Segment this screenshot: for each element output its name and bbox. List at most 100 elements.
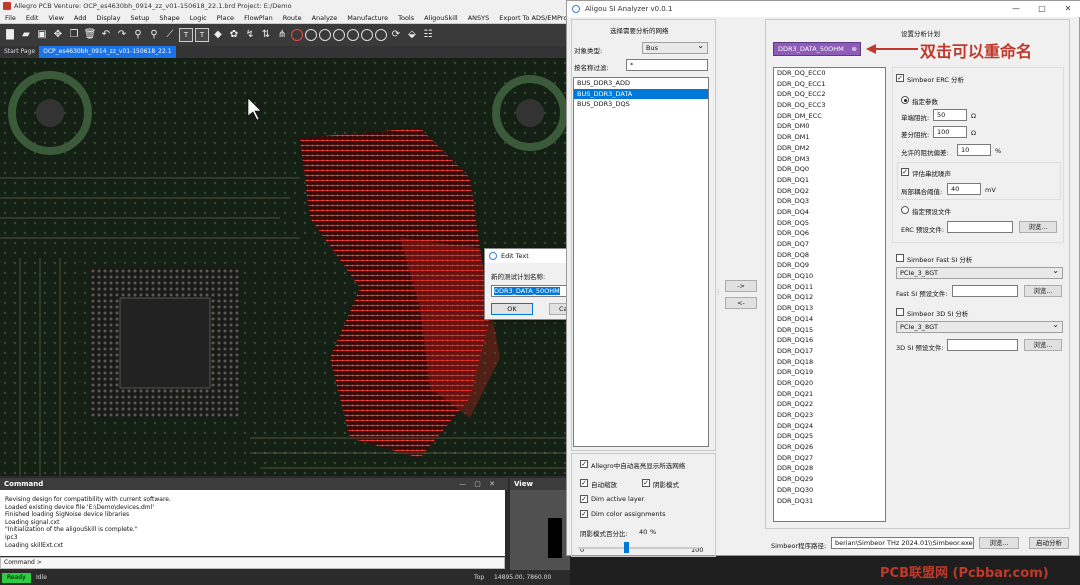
menu-item-export-to-ads-empro[interactable]: Export To ADS/EMPro	[494, 12, 572, 23]
menu-item-display[interactable]: Display	[92, 12, 126, 23]
net-list-item[interactable]: BUS_DDR3_DATA	[574, 88, 708, 100]
3d-si-checkbox[interactable]	[896, 308, 904, 316]
zoom-out-icon[interactable]	[333, 29, 345, 41]
zoom-center-icon[interactable]	[361, 29, 373, 41]
refresh-icon[interactable]: ⟳	[389, 28, 403, 42]
3d-si-preset-input[interactable]	[947, 339, 1018, 351]
undo-icon[interactable]: ↶	[99, 28, 113, 42]
auto-zoom-checkbox[interactable]: ✓	[580, 479, 588, 487]
move-right-button[interactable]: ->	[725, 280, 757, 292]
signal-list-item[interactable]: DDR_DQ14	[774, 314, 885, 325]
signal-list-item[interactable]: DDR_DM1	[774, 132, 885, 143]
open-icon[interactable]: ▰	[19, 28, 33, 42]
erc-browse-button[interactable]: 浏览...	[1019, 221, 1057, 233]
menu-item-shape[interactable]: Shape	[154, 12, 184, 23]
signal-list-item[interactable]: DDR_DQ8	[774, 250, 885, 261]
zoom-prev-icon[interactable]	[375, 29, 387, 41]
signal-list-item[interactable]: DDR_DQ25	[774, 431, 885, 442]
fast-si-checkbox[interactable]	[896, 254, 904, 262]
auto-show-checkbox[interactable]: ✓	[580, 460, 588, 468]
tab-start-page[interactable]: Start Page	[0, 46, 39, 58]
tab-design[interactable]: OCP_es4630bh_0914_zz_v01-150618_22.1	[39, 46, 176, 58]
signal-list-item[interactable]: DDR_DQ10	[774, 271, 885, 282]
signal-list-item[interactable]: DDR_DQ19	[774, 367, 885, 378]
signal-list-item[interactable]: DDR_DM0	[774, 121, 885, 132]
ok-button[interactable]: OK	[491, 303, 533, 315]
close-button[interactable]: ✕	[1055, 1, 1080, 17]
signal-list-item[interactable]: DDR_DQ7	[774, 239, 885, 250]
menu-item-edit[interactable]: Edit	[21, 12, 44, 23]
zoom-in-icon[interactable]	[319, 29, 331, 41]
signal-list-item[interactable]: DDR_DQ_ECC3	[774, 100, 885, 111]
spread-icon[interactable]: ⇅	[259, 28, 273, 42]
fast-si-browse-button[interactable]: 浏览...	[1024, 285, 1062, 297]
menu-item-add[interactable]: Add	[69, 12, 92, 23]
crosstalk-checkbox[interactable]: ✓	[901, 168, 909, 176]
pin-icon[interactable]: ⚲	[131, 28, 145, 42]
3d-si-protocol-select[interactable]: PCIe_3_8GT	[896, 320, 1063, 333]
move-left-button[interactable]: <-	[725, 297, 757, 309]
signal-list-item[interactable]: DDR_DQ0	[774, 164, 885, 175]
signal-list-item[interactable]: DDR_DQ1	[774, 175, 885, 186]
signal-list-item[interactable]: DDR_DQ3	[774, 196, 885, 207]
splitter-handle-icon[interactable]: ⋮	[715, 288, 722, 296]
signal-list-item[interactable]: DDR_DQ_ECC1	[774, 79, 885, 90]
signal-list-item[interactable]: DDR_DQ21	[774, 389, 885, 400]
signal-list-item[interactable]: DDR_DM2	[774, 143, 885, 154]
single-impedance-input[interactable]: 50	[933, 109, 967, 121]
view-pane[interactable]	[510, 490, 570, 570]
signal-list-item[interactable]: DDR_DQ_ECC0	[774, 68, 885, 79]
menu-item-setup[interactable]: Setup	[125, 12, 154, 23]
shadow-percent-slider-thumb[interactable]	[624, 542, 629, 553]
signal-list-item[interactable]: DDR_DQ15	[774, 325, 885, 336]
object-type-select[interactable]: Bus	[642, 41, 708, 54]
menu-item-manufacture[interactable]: Manufacture	[342, 12, 393, 23]
diff-impedance-input[interactable]: 100	[933, 126, 967, 138]
net-list-item[interactable]: BUS_DDR3_DQS	[574, 99, 708, 110]
delete-icon[interactable]: 🗑	[83, 28, 97, 42]
preset-file-radio[interactable]	[901, 206, 909, 214]
menu-item-analyze[interactable]: Analyze	[307, 12, 343, 23]
minimize-button[interactable]: —	[1003, 1, 1029, 17]
erc-checkbox[interactable]: ✓	[896, 74, 904, 82]
signal-list-item[interactable]: DDR_DQ5	[774, 218, 885, 229]
simbeor-path-input[interactable]: berian\Simbeor THz 2024.01\\Simbeor.exe	[831, 537, 974, 549]
menu-item-place[interactable]: Place	[212, 12, 239, 23]
signal-list[interactable]: DDR_DQ_ECC0 DDR_DQ_ECC1 DDR_DQ_ECC2 DDR_DQ_…	[773, 67, 886, 522]
layers-icon[interactable]: ☷	[421, 28, 435, 42]
dim-color-checkbox[interactable]: ✓	[580, 510, 588, 518]
net-list[interactable]: BUS_DDR3_ADD BUS_DDR3_DATA BUS_DDR3_DQS	[573, 77, 709, 447]
folder-open-icon[interactable]: ▇	[3, 28, 17, 42]
signal-list-item[interactable]: DDR_DQ18	[774, 357, 885, 368]
signal-list-item[interactable]: DDR_DM_ECC	[774, 111, 885, 122]
signal-list-item[interactable]: DDR_DQ2	[774, 186, 885, 197]
dim-active-checkbox[interactable]: ✓	[580, 495, 588, 503]
stop-icon[interactable]	[291, 29, 303, 41]
signal-list-item[interactable]: DDR_DQ16	[774, 335, 885, 346]
signal-list-item[interactable]: DDR_DM3	[774, 154, 885, 165]
slide-icon[interactable]: ↯	[243, 28, 257, 42]
signal-list-item[interactable]: DDR_DQ29	[774, 474, 885, 485]
start-analysis-button[interactable]: 启动分析	[1029, 537, 1069, 549]
zoom-world-icon[interactable]	[347, 29, 359, 41]
menu-item-tools[interactable]: Tools	[393, 12, 419, 23]
signal-list-item[interactable]: DDR_DQ12	[774, 292, 885, 303]
signal-list-item[interactable]: DDR_DQ27	[774, 453, 885, 464]
signal-list-item[interactable]: DDR_DQ13	[774, 303, 885, 314]
menu-item-flowplan[interactable]: FlowPlan	[239, 12, 278, 23]
menu-item-route[interactable]: Route	[278, 12, 307, 23]
signal-list-item[interactable]: DDR_DQ_ECC2	[774, 89, 885, 100]
tolerance-input[interactable]: 10	[957, 144, 991, 156]
route-icon[interactable]: ⟋	[163, 28, 177, 42]
specify-params-radio[interactable]	[901, 96, 909, 104]
maximize-button[interactable]: ▢	[1029, 1, 1055, 17]
signal-list-item[interactable]: DDR_DQ11	[774, 282, 885, 293]
unpin-icon[interactable]: ⚲	[147, 28, 161, 42]
fast-si-protocol-select[interactable]: PCIe_3_8GT	[896, 266, 1063, 279]
menu-item-ansys[interactable]: ANSYS	[463, 12, 495, 23]
simbeor-path-browse-button[interactable]: 浏览...	[979, 537, 1019, 549]
shadow-mode-checkbox[interactable]: ✓	[642, 479, 650, 487]
net-list-item[interactable]: BUS_DDR3_ADD	[574, 78, 708, 89]
3d-icon[interactable]: ⬙	[405, 28, 419, 42]
fanout-icon[interactable]: ⋔	[275, 28, 289, 42]
